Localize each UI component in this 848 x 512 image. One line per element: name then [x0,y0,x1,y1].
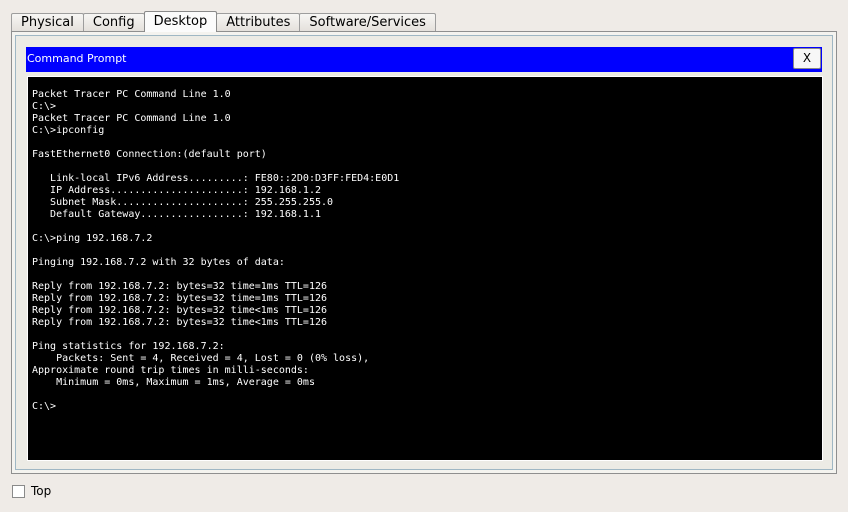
terminal-line: Minimum = 0ms, Maximum = 1ms, Average = … [32,377,315,388]
terminal-output[interactable]: Packet Tracer PC Command Line 1.0 C:\> Pac… [32,89,818,456]
top-option: Top [12,484,51,498]
terminal-line: IP Address......................: 192.16… [32,185,321,196]
terminal-line: C:\> [32,401,57,412]
close-button[interactable]: X [793,48,821,69]
terminal-line: Default Gateway.................: 192.16… [32,209,321,220]
tab-software-services[interactable]: Software/Services [299,13,436,32]
tab-config[interactable]: Config [82,13,145,32]
terminal-line: FastEthernet0 Connection:(default port) [32,149,267,160]
terminal-line: Packet Tracer PC Command Line 1.0 [32,89,231,100]
terminal-line: Reply from 192.168.7.2: bytes=32 time<1m… [32,305,328,316]
terminal-line: C:\> [32,101,57,112]
terminal-line: Reply from 192.168.7.2: bytes=32 time=1m… [32,293,328,304]
desktop-panel: Command Prompt X Packet Tracer PC Comman… [11,31,837,474]
terminal-line: C:\>ipconfig [32,125,105,136]
terminal-line: Approximate round trip times in milli-se… [32,365,309,376]
top-checkbox[interactable] [12,484,25,498]
command-prompt-window: Command Prompt X Packet Tracer PC Comman… [15,35,833,470]
terminal-line: Subnet Mask.....................: 255.25… [32,197,334,208]
tab-bar: Physical Config Desktop Attributes Softw… [11,11,436,32]
tab-desktop[interactable]: Desktop [143,11,218,32]
terminal-line: C:\>ping 192.168.7.2 [32,233,153,244]
terminal-line: Packet Tracer PC Command Line 1.0 [32,113,231,124]
command-prompt-title-bar: Command Prompt X [26,47,822,72]
tab-attributes[interactable]: Attributes [216,13,301,32]
terminal-line: Ping statistics for 192.168.7.2: [32,341,225,352]
terminal-line: Reply from 192.168.7.2: bytes=32 time=1m… [32,281,328,292]
terminal-line: Link-local IPv6 Address.........: FE80::… [32,173,400,184]
terminal-line: Reply from 192.168.7.2: bytes=32 time<1m… [32,317,328,328]
command-prompt-title: Command Prompt [27,52,127,65]
tab-physical[interactable]: Physical [11,13,84,32]
terminal-area[interactable]: Packet Tracer PC Command Line 1.0 C:\> Pac… [27,76,823,461]
terminal-line: Packets: Sent = 4, Received = 4, Lost = … [32,353,370,364]
top-checkbox-label: Top [31,484,52,498]
terminal-line: Pinging 192.168.7.2 with 32 bytes of dat… [32,257,285,268]
